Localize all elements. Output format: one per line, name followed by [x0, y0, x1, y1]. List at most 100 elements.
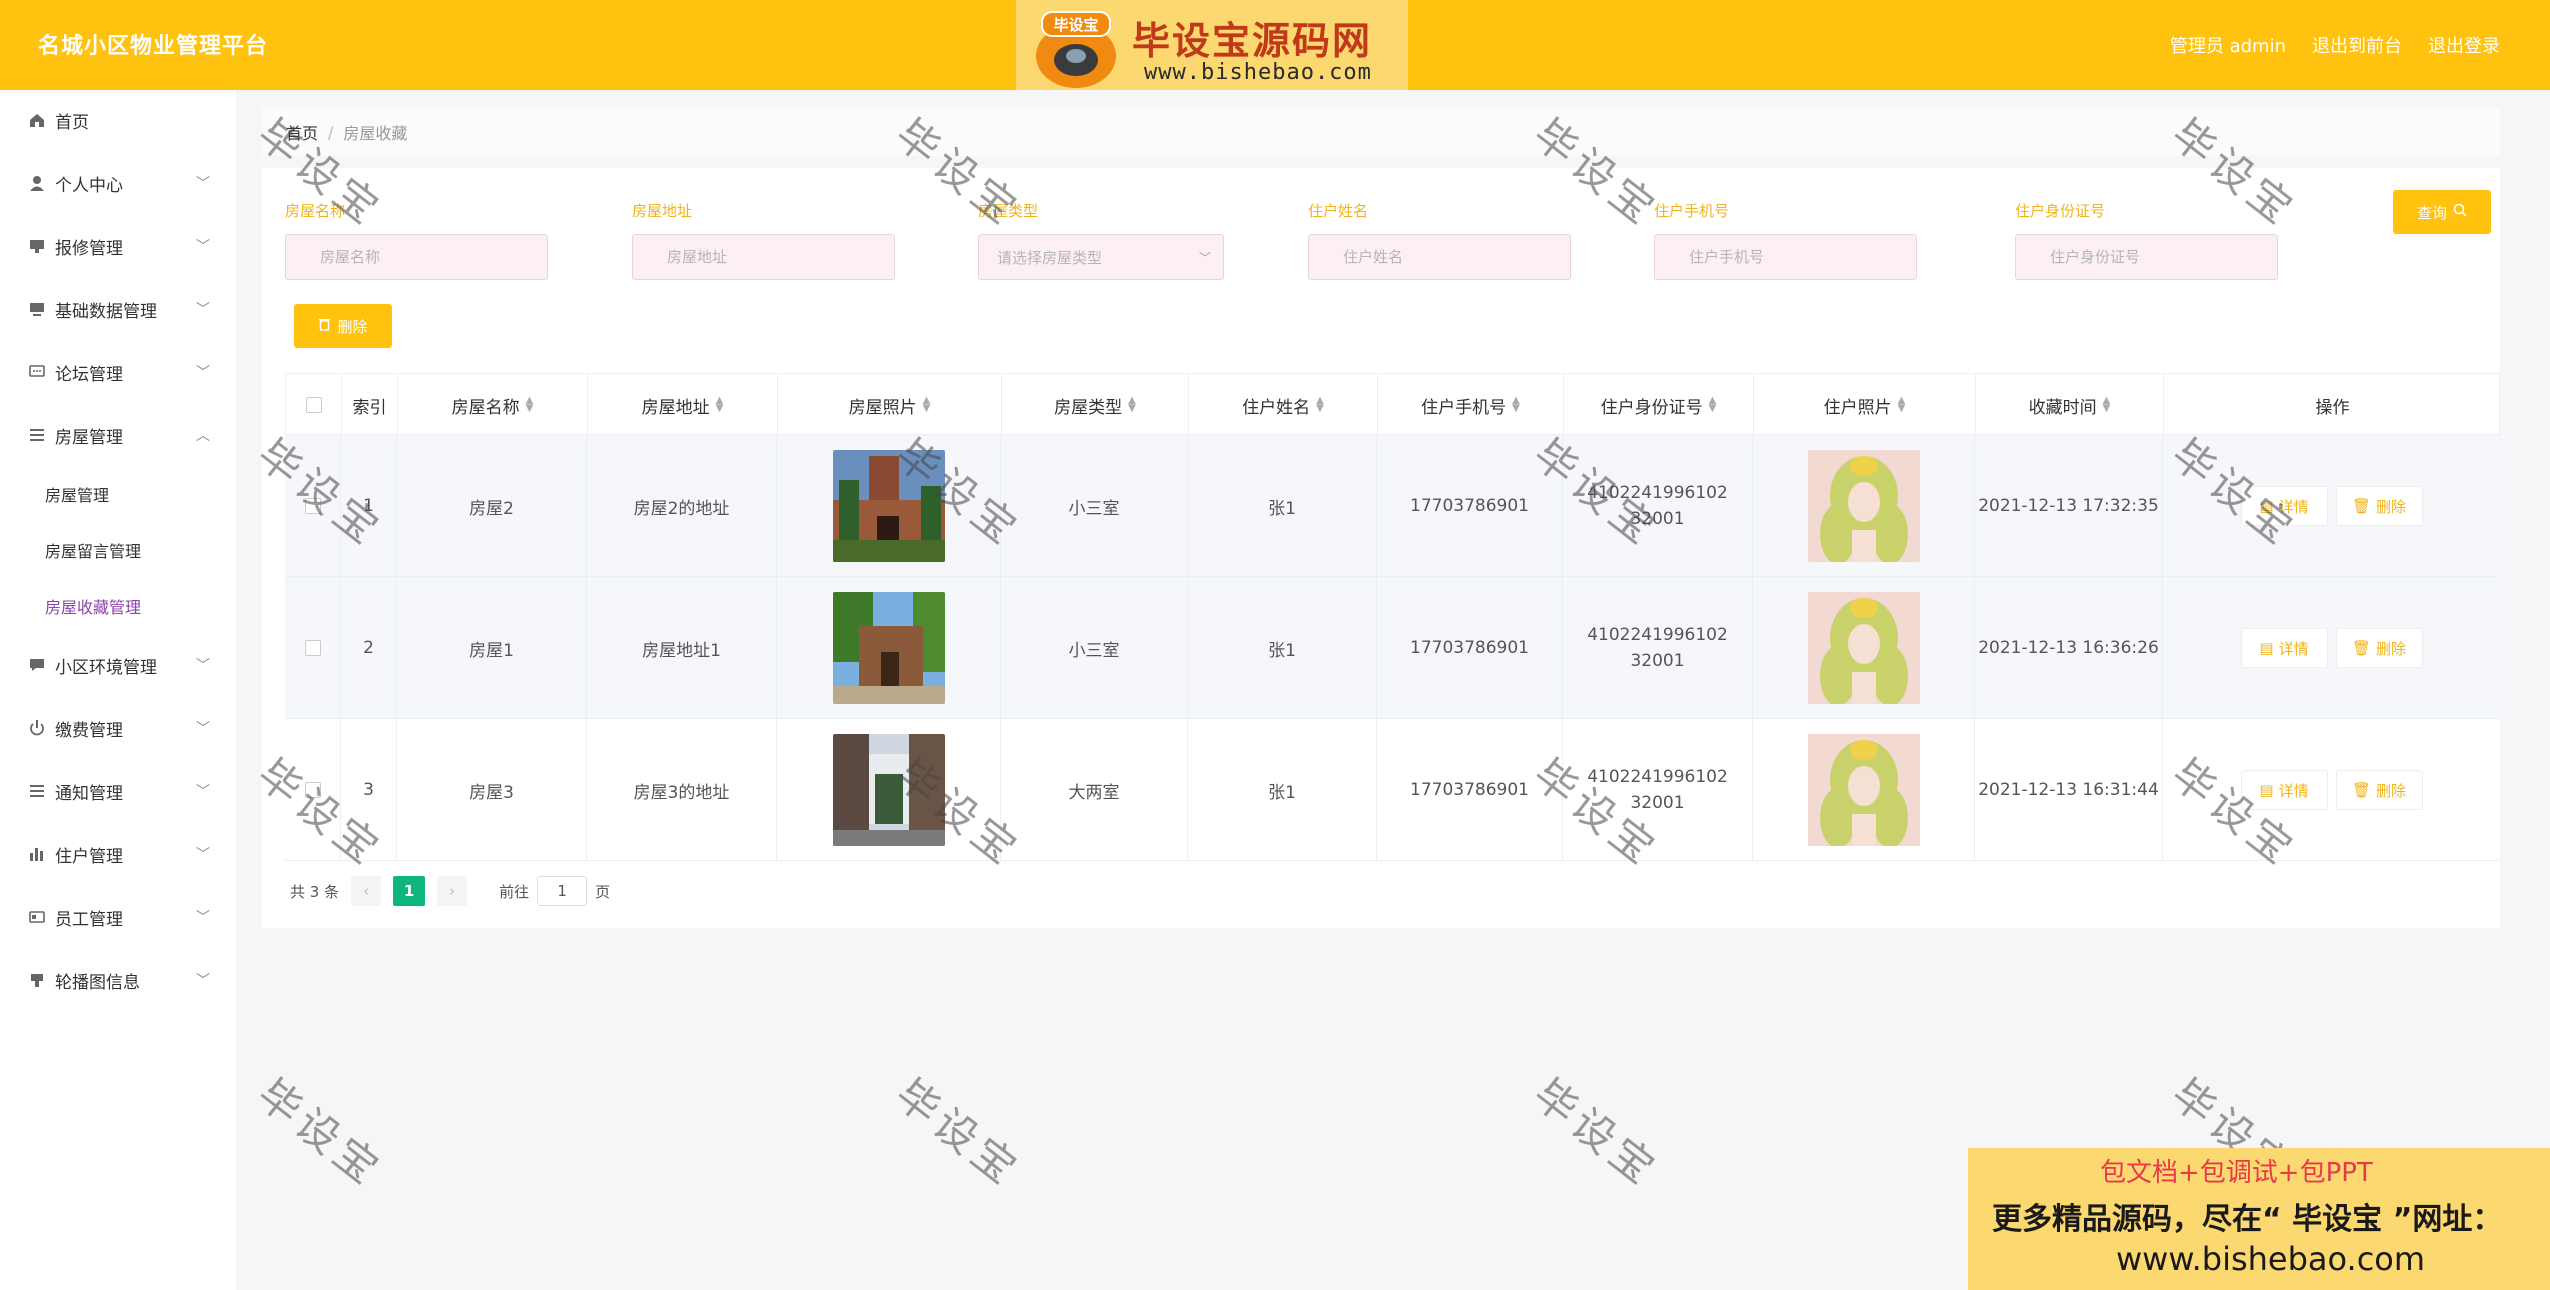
sort-icon[interactable]: ▲ ▼: [2103, 396, 2111, 414]
sidebar-item-staff[interactable]: 员工管理 ﹀: [0, 887, 236, 947]
cell-resident-idcard: 410224199610232001: [1587, 625, 1728, 671]
house-photo[interactable]: [832, 592, 945, 704]
breadcrumb-separator: /: [328, 122, 334, 142]
cell-house-address: 房屋地址1: [587, 577, 777, 719]
sidebar-item-repair[interactable]: 报修管理 ﹀: [0, 216, 236, 276]
sidebar-sub-house-favorite[interactable]: 房屋收藏管理: [0, 580, 236, 632]
cell-house-name: 房屋1: [397, 577, 587, 719]
house-type-select[interactable]: 请选择房屋类型 ﹀: [978, 234, 1224, 280]
chevron-down-icon: ﹀: [196, 658, 210, 674]
sidebar-item-house[interactable]: 房屋管理 ︿: [0, 405, 236, 465]
query-label: 查询: [2416, 203, 2447, 222]
sidebar-item-label: 报修管理: [55, 238, 123, 259]
sort-icon[interactable]: ▲ ▼: [923, 396, 931, 414]
sidebar-item-forum[interactable]: 论坛管理 ﹀: [0, 342, 236, 402]
document-icon: ▤: [2259, 497, 2274, 515]
sidebar-sub-house-message[interactable]: 房屋留言管理: [0, 524, 236, 576]
cell-resident-phone: 17703786901: [1377, 719, 1563, 861]
query-button[interactable]: 查询: [2393, 190, 2491, 234]
delete-button[interactable]: 🗑 删除: [2335, 628, 2423, 668]
row-checkbox[interactable]: [304, 782, 321, 798]
sidebar-item-environment[interactable]: 小区环境管理 ﹀: [0, 635, 236, 695]
chevron-down-icon: ﹀: [196, 365, 210, 381]
sort-icon[interactable]: ▲ ▼: [1512, 396, 1520, 414]
header-favorite-time[interactable]: 收藏时间 ▲ ▼: [1976, 374, 2164, 436]
page-number-current[interactable]: 1: [393, 876, 426, 906]
chevron-down-icon: ﹀: [196, 176, 210, 192]
sort-icon[interactable]: ▲ ▼: [1898, 396, 1906, 414]
promo-url: www.bishebao.com: [2116, 1240, 2426, 1278]
detail-button[interactable]: ▤ 详情: [2240, 770, 2328, 810]
header-house-address[interactable]: 房屋地址 ▲ ▼: [588, 374, 778, 436]
sidebar-item-label: 缴费管理: [55, 720, 123, 741]
batch-delete-button[interactable]: 删除: [294, 304, 392, 348]
sidebar-item-notice[interactable]: 通知管理 ﹀: [0, 761, 236, 821]
delete-button[interactable]: 🗑 删除: [2335, 770, 2423, 810]
header-resident-idcard[interactable]: 住户身份证号 ▲ ▼: [1564, 374, 1754, 436]
detail-button[interactable]: ▤ 详情: [2240, 486, 2328, 526]
row-checkbox[interactable]: [304, 498, 321, 514]
header-resident-photo[interactable]: 住户照片 ▲ ▼: [1754, 374, 1976, 436]
header-resident-name[interactable]: 住户姓名 ▲ ▼: [1189, 374, 1378, 436]
prev-page-button[interactable]: ‹: [351, 876, 382, 906]
house-type-placeholder: 请选择房屋类型: [997, 248, 1103, 267]
delete-button[interactable]: 🗑 删除: [2335, 486, 2423, 526]
cell-resident-name: 张1: [1188, 435, 1377, 577]
resident-photo[interactable]: [1807, 592, 1920, 704]
house-photo[interactable]: [832, 734, 945, 846]
sort-icon[interactable]: ▲ ▼: [1128, 396, 1136, 414]
sort-icon[interactable]: ▲ ▼: [1316, 396, 1324, 414]
house-photo[interactable]: [832, 450, 945, 562]
header-resident-phone[interactable]: 住户手机号 ▲ ▼: [1378, 374, 1564, 436]
cell-resident-phone: 17703786901: [1377, 577, 1563, 719]
cell-house-address: 房屋3的地址: [587, 719, 777, 861]
logo-emblem-icon: 毕设宝: [1036, 11, 1116, 88]
cell-resident-name: 张1: [1188, 719, 1377, 861]
sidebar-item-personal-center[interactable]: 个人中心 ﹀: [0, 153, 236, 213]
header-select-all[interactable]: [286, 374, 342, 436]
header-house-name[interactable]: 房屋名称 ▲ ▼: [398, 374, 588, 436]
sidebar-item-resident[interactable]: 住户管理 ﹀: [0, 824, 236, 884]
resident-idcard-input[interactable]: [2015, 234, 2278, 280]
logout-link[interactable]: 退出登录: [2428, 32, 2500, 58]
resident-photo[interactable]: [1807, 450, 1920, 562]
row-checkbox[interactable]: [304, 640, 321, 656]
house-address-input[interactable]: [632, 234, 895, 280]
breadcrumb-home[interactable]: 首页: [286, 120, 318, 144]
header-house-photo[interactable]: 房屋照片 ▲ ▼: [778, 374, 1002, 436]
back-to-front-link[interactable]: 退出到前台: [2312, 32, 2402, 58]
sidebar-item-carousel[interactable]: 轮播图信息 ﹀: [0, 950, 236, 1010]
next-page-button[interactable]: ›: [437, 876, 468, 906]
sidebar-item-basic-data[interactable]: 基础数据管理 ﹀: [0, 279, 236, 339]
trash-icon: [318, 317, 331, 335]
sidebar-item-payment[interactable]: 缴费管理 ﹀: [0, 698, 236, 758]
cell-index: 1: [341, 435, 397, 577]
sort-icon[interactable]: ▲ ▼: [526, 396, 534, 414]
resident-photo[interactable]: [1807, 734, 1920, 846]
sort-icon[interactable]: ▲ ▼: [1709, 396, 1717, 414]
sidebar-sub-house-manage[interactable]: 房屋管理: [0, 468, 236, 520]
sidebar-item-label: 基础数据管理: [55, 301, 157, 322]
sidebar-item-label: 轮播图信息: [55, 972, 140, 993]
house-name-input[interactable]: [285, 234, 548, 280]
pagination-total: 共 3 条: [290, 882, 340, 901]
resident-name-input[interactable]: [1308, 234, 1571, 280]
power-icon: [28, 719, 46, 737]
resident-phone-input[interactable]: [1654, 234, 1917, 280]
sidebar-item-home[interactable]: 首页: [0, 90, 236, 150]
user-icon: [28, 174, 46, 192]
house-type-label: 房屋类型: [978, 202, 1039, 220]
goto-page-input[interactable]: [537, 876, 588, 906]
header-index: 索引: [342, 374, 398, 436]
sort-icon[interactable]: ▲ ▼: [716, 396, 724, 414]
detail-button[interactable]: ▤ 详情: [2240, 628, 2328, 668]
trash-icon: 🗑: [2351, 639, 2372, 657]
chevron-down-icon: ﹀: [196, 847, 210, 863]
table-header: 索引 房屋名称 ▲ ▼ 房屋地址 ▲ ▼ 房屋照片 ▲ ▼ 房屋类型 ▲ ▼ 住户姓名 ▲ ▼ 住户…: [285, 373, 2500, 436]
chevron-down-icon: ﹀: [196, 910, 210, 926]
select-all-checkbox[interactable]: [305, 397, 322, 413]
watermark: 毕设宝: [1524, 1069, 1668, 1197]
header-house-type[interactable]: 房屋类型 ▲ ▼: [1002, 374, 1189, 436]
breadcrumb: 首页 / 房屋收藏: [262, 108, 2500, 156]
goto-suffix: 页: [595, 882, 611, 901]
